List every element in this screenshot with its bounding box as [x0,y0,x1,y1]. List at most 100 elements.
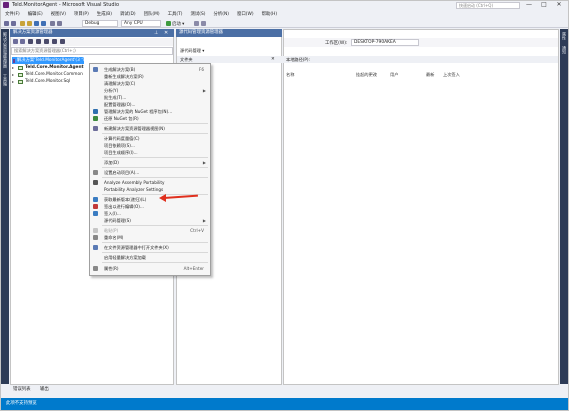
menu-debug[interactable]: 调试(D) [120,11,136,17]
forward-icon[interactable] [11,21,16,26]
column-header-pending-change[interactable]: 挂起的更改 [356,72,377,78]
tab-error-list[interactable]: 错误列表 [13,387,31,392]
home-icon[interactable] [28,39,33,44]
menu-item-add[interactable]: 添加(D) ▶ [90,159,210,166]
menu-item-clean-solution[interactable]: 清理解决方案(C) [90,80,210,87]
right-dock-strip: 属性 通知 [560,29,568,384]
menu-project[interactable]: 项目(P) [74,11,89,17]
collapse-all-icon[interactable] [52,39,57,44]
minimize-button[interactable]: — [522,1,536,9]
menu-help[interactable]: 帮助(H) [262,11,278,17]
csharp-project-icon [18,79,23,84]
tree-item-label: 解决方案'Teld.MonitorAgent'(3 个项目) [17,58,96,63]
expand-arrow-icon[interactable]: ▸ [12,78,17,85]
sync-icon[interactable] [36,39,41,44]
save-all-icon[interactable] [41,21,46,26]
column-header-last-checkin[interactable]: 上次签入 [443,72,460,78]
menu-item-project-dependencies[interactable]: 项目依赖项(S)... [90,142,210,149]
column-header-latest[interactable]: 最新 [426,72,434,78]
settings-icon[interactable] [60,39,65,44]
pin-icon[interactable]: ⊥ [154,30,158,36]
new-project-icon[interactable] [20,21,25,26]
menu-item-manage-nuget[interactable]: 管理解决方案的 NuGet 程序包(N)... [90,108,210,115]
menu-item-rebuild-solution[interactable]: 重新生成解决方案(R) [90,73,210,80]
menu-team[interactable]: 团队(M) [144,11,160,17]
menu-build[interactable]: 生成(B) [97,11,112,17]
folders-bar [177,56,558,63]
menu-window[interactable]: 窗口(W) [237,11,254,17]
tree-item-project[interactable]: ▸ Teld.Core.Monitor.Sql [12,78,84,85]
column-header-user[interactable]: 用户 [390,72,398,78]
tab-notifications[interactable]: 通知 [560,43,568,57]
menu-item-source-control[interactable]: 源代码管理(S) ▶ [90,217,210,224]
check-in-icon [93,211,98,216]
tab-solution-explorer[interactable]: 解决方案资源管理器 [1,29,9,71]
menu-item-set-startup[interactable]: 设置启动项目(A)... [90,169,210,176]
tab-toolbox[interactable]: 工具箱 [1,71,9,89]
close-panel-icon[interactable]: ✕ [164,30,168,36]
close-panel-icon[interactable]: ✕ [271,57,275,62]
menu-item-open-folder[interactable]: 在文件资源管理器中打开文件夹(X) [90,244,210,251]
status-bar: 此项不支持预览 [1,398,568,410]
redo-icon[interactable] [57,21,62,26]
menu-item-build-solution[interactable]: 生成解决方案(B) F6 [90,66,210,73]
undo-icon[interactable] [50,21,55,26]
menu-item-analyze[interactable]: 分析(Y) ▶ [90,87,210,94]
menu-item-analyze-portability[interactable]: Analyze Assembly Portability [90,179,210,186]
close-button[interactable]: ✕ [552,1,566,9]
tree-item-project[interactable]: ▸ Teld.Core.Monitor.Agent [12,64,84,71]
expand-arrow-icon[interactable]: ▸ [12,64,17,71]
menu-separator [102,133,208,134]
source-control-label[interactable]: 源代码管理 ▾ [180,48,204,54]
menu-item-check-out[interactable]: 签出以进行编辑(O)... [90,203,210,210]
menu-item-lightweight-load[interactable]: 启用轻量解决方案加载 [90,254,210,261]
open-file-icon[interactable] [27,21,32,26]
menu-item-properties[interactable]: 属性(R) Alt+Enter [90,265,210,272]
back-icon[interactable] [4,21,9,26]
back-icon[interactable] [13,39,18,44]
menu-item-configuration-manager[interactable]: 配置管理器(O)... [90,101,210,108]
maximize-button[interactable]: □ [537,1,551,9]
platform-select[interactable]: Any CPU [121,20,161,27]
window-title: Teld.MonitorAgent - Microsoft Visual Stu… [12,2,120,8]
menu-item-paste[interactable]: 粘贴(P) Ctrl+V [90,227,210,234]
solution-search-input[interactable]: 搜索解决方案资源管理器(Ctrl+;) [11,47,173,55]
menu-separator [102,177,208,178]
tree-item-solution[interactable]: 解决方案'Teld.MonitorAgent'(3 个项目) [12,57,96,64]
workspace-select[interactable]: DESKTOP-790AKEA [351,39,419,46]
menu-separator [102,225,208,226]
menu-item-portability-settings[interactable]: Portability Analyzer Settings [90,186,210,193]
menu-item-restore-nuget[interactable]: 还原 NuGet 包(R) [90,115,210,122]
expand-arrow-icon[interactable]: ▸ [12,71,17,78]
menu-analyze[interactable]: 分析(N) [214,11,230,17]
toolbar-tool-icon[interactable] [201,21,206,26]
menu-view[interactable]: 视图(V) [51,11,66,17]
forward-icon[interactable] [20,39,25,44]
gear-icon [93,170,98,175]
menu-item-check-in[interactable]: 签入(I)... [90,210,210,217]
menu-file[interactable]: 文件(F) [5,11,20,17]
save-icon[interactable] [34,21,39,26]
menu-item-get-latest[interactable]: 获取最新版本(递归)(L) [90,196,210,203]
toolbar-tool-icon[interactable] [194,21,199,26]
menu-item-code-metrics[interactable]: 计算代码度量值(C) [90,135,210,142]
bottom-tool-tabs: 错误列表 输出 [1,386,568,394]
tab-properties[interactable]: 属性 [560,29,568,43]
start-button[interactable]: 启动 ▾ [172,21,184,27]
quick-launch-input[interactable]: 快速启动 (Ctrl+Q) [456,2,520,9]
menu-item-rename[interactable]: 重命名(M) [90,234,210,241]
menu-item-new-explorer-view[interactable]: 新建解决方案资源管理器视图(N) [90,125,210,132]
column-header-name[interactable]: 名称 [286,72,294,78]
menu-tools[interactable]: 工具(T) [168,11,183,17]
menu-item-build-order[interactable]: 项目生成顺序(I)... [90,149,210,156]
menu-test[interactable]: 测试(S) [191,11,206,17]
tree-item-project[interactable]: ▸ Teld.Core.Monitor.Common [12,71,84,78]
refresh-icon[interactable] [44,39,49,44]
menu-separator [102,252,208,253]
tab-output[interactable]: 输出 [40,387,49,392]
start-icon[interactable] [166,21,171,26]
configuration-select[interactable]: Debug [82,20,118,27]
menu-item-batch-build[interactable]: 批生成(T)... [90,94,210,101]
tab-source-control-explorer[interactable]: 源代码管理资源管理器 [176,29,282,37]
menu-edit[interactable]: 编辑(E) [28,11,43,17]
